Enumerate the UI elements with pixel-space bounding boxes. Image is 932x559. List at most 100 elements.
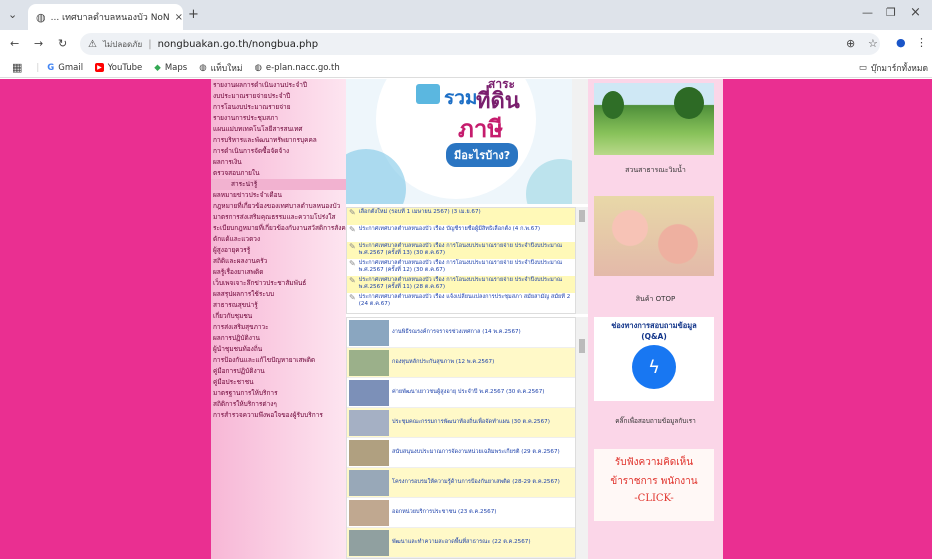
- news-item[interactable]: ✎ ประกาศเทศบาลตำบลหนองบัว เรื่อง บัญชีราย…: [347, 225, 575, 242]
- menu-icon[interactable]: ⋮: [916, 36, 927, 49]
- menu-top-list: รายงานผลการดำเนินงานประจำปี งบประมาณรายจ่…: [211, 79, 346, 179]
- menu-item[interactable]: มาตรการส่งเสริมคุณธรรมและความโปร่งใส: [211, 212, 346, 223]
- bookmark-youtube[interactable]: ▶ YouTube: [95, 63, 142, 73]
- back-icon[interactable]: ←: [10, 37, 19, 50]
- menu-item[interactable]: งบประมาณรายจ่ายประจำปี: [211, 91, 346, 102]
- menu-item[interactable]: ผู้นำชุมชนท้องถิ่น: [211, 344, 346, 355]
- menu-item[interactable]: ดักแด้และแวดวง: [211, 234, 346, 245]
- menu-item[interactable]: ผลรู้เรื่องยาเสพติด: [211, 267, 346, 278]
- all-bookmarks[interactable]: ▭ บุ๊กมาร์กทั้งหมด: [859, 61, 928, 75]
- address-toolbar: ← → ↻ ⚠ ไม่ปลอดภัย | nongbuakan.go.th/no…: [0, 30, 932, 58]
- warning-icon: ⚠: [88, 38, 97, 50]
- menu-item[interactable]: ผลการปฏิบัติงาน: [211, 333, 346, 344]
- menu-item[interactable]: กฎหมายที่เกี่ยวข้องของเทศบาลตำบลหนองบัว: [211, 201, 346, 212]
- menu-item[interactable]: ผู้สูงอายุควรรู้: [211, 245, 346, 256]
- activity-text: ออกหน่วยบริการประชาชน (23 ต.ค.2567): [392, 509, 497, 515]
- menu-item[interactable]: ระเบียบกฎหมายที่เกี่ยวข้องกับงานสวัสดิกา…: [211, 223, 346, 234]
- close-window-icon[interactable]: ×: [910, 5, 921, 20]
- news-item[interactable]: ✎ ประกาศเทศบาลตำบลหนองบัว เรื่อง การโอนงบ…: [347, 259, 575, 276]
- feedback-banner[interactable]: รับฟังความคิดเห็น ข้าราชการ พนักงาน -CLI…: [594, 449, 714, 521]
- url-bar[interactable]: ⚠ ไม่ปลอดภัย | nongbuakan.go.th/nongbua.…: [80, 33, 880, 55]
- activity-item[interactable]: โครงการอบรมให้ความรู้ด้านการป้องกันยาเสพ…: [347, 468, 575, 498]
- activity-item[interactable]: กองทุนหลักประกันสุขภาพ (12 พ.ค.2567): [347, 348, 575, 378]
- menu-item[interactable]: สถิติการให้บริการต่างๆ: [211, 399, 346, 410]
- feedback-line1: รับฟังความคิดเห็น: [614, 457, 694, 468]
- menu-item[interactable]: เกี่ยวกับชุมชน: [211, 311, 346, 322]
- menu-item[interactable]: การป้องกันและแก้ไขปัญหายาเสพติด: [211, 355, 346, 366]
- menu-item[interactable]: ผลสรุปผลการใช้ระบบ: [211, 289, 346, 300]
- menu-item[interactable]: รายงานการประชุมสภา: [211, 113, 346, 124]
- star-icon[interactable]: ☆: [868, 37, 878, 50]
- feedback-line2: ข้าราชการ พนักงาน: [610, 476, 698, 487]
- menu-item[interactable]: การส่งเสริมสุขภาวะ: [211, 322, 346, 333]
- apps-grid-icon[interactable]: ▦: [12, 61, 22, 74]
- news-item[interactable]: ✎ ประกาศเทศบาลตำบลหนองบัว เรื่อง แจ้งเปลี…: [347, 293, 575, 310]
- activity-item[interactable]: สนับสนุนงบประมาณการจัดงานหน่วยเฉลิมพระเก…: [347, 438, 575, 468]
- bookmark-newtab[interactable]: ◍ แท็บใหม่: [199, 61, 242, 75]
- forward-icon[interactable]: →: [34, 37, 43, 50]
- activity-item[interactable]: ออกหน่วยบริการประชาชน (23 ต.ค.2567): [347, 498, 575, 528]
- google-icon: G: [47, 62, 55, 73]
- globe-icon: ◍: [36, 10, 46, 24]
- news-item[interactable]: ✎ ประกาศเทศบาลตำบลหนองบัว เรื่อง การโอนงบ…: [347, 242, 575, 259]
- document-icon: ✎: [349, 208, 356, 217]
- activity-item[interactable]: ค่ายพัฒนาเยาวชนผู้สูงอายุ ประจำปี พ.ศ.25…: [347, 378, 575, 408]
- activity-photo: [349, 379, 389, 406]
- activity-photo: [349, 349, 389, 376]
- activity-item[interactable]: งานพิธีรณรงค์การจราจรช่วงเทศกาล (14 พ.ค.…: [347, 318, 575, 348]
- news-item[interactable]: ✎ ประกาศเทศบาลตำบลหนองบัว เรื่อง การโอนงบ…: [347, 276, 575, 293]
- reload-icon[interactable]: ↻: [58, 37, 67, 50]
- activity-text: สนับสนุนงบประมาณการจัดงานหน่วยเฉลิมพระเก…: [392, 449, 560, 455]
- menu-item[interactable]: การโอนงบประมาณรายจ่าย: [211, 102, 346, 113]
- browser-tab[interactable]: ◍ ... เทศบาลตำบลหนองบัว NoNGBUA ×: [28, 4, 183, 30]
- menu-item[interactable]: แผนแม่บทเทคโนโลยีสารสนเทศ: [211, 124, 346, 135]
- close-tab-icon[interactable]: ×: [175, 12, 183, 23]
- menu-item[interactable]: คู่มือการปฏิบัติงาน: [211, 366, 346, 377]
- activity-item[interactable]: พัฒนาและทำความสะอาดพื้นที่สาธารณะ (22 ต.…: [347, 528, 575, 558]
- profile-icon[interactable]: ●: [896, 36, 906, 49]
- globe-icon: ◍: [199, 62, 207, 73]
- land-tax-banner[interactable]: รวม สาระ ที่ดิน ภาษี มีอะไรบ้าง?: [346, 79, 572, 204]
- banner-scrollbar[interactable]: [572, 79, 588, 204]
- activity-item[interactable]: ประชุมคณะกรรมการพัฒนาท้องถิ่นเพื่อจัดทำแ…: [347, 408, 575, 438]
- bookmark-maps[interactable]: ◆ Maps: [154, 63, 187, 73]
- menu-item[interactable]: เว็บเพจเจาะลึกข่าวประชาสัมพันธ์: [211, 278, 346, 289]
- security-label: ไม่ปลอดภัย: [102, 39, 143, 49]
- menu-item[interactable]: คู่มือประชาชน: [211, 377, 346, 388]
- activity-text: พัฒนาและทำความสะอาดพื้นที่สาธารณะ (22 ต.…: [392, 539, 531, 545]
- activity-photo: [349, 319, 389, 346]
- tab-list-icon[interactable]: ⌄: [8, 8, 17, 21]
- menu-item[interactable]: การสำรวจความพึงพอใจของผู้รับบริการ: [211, 410, 346, 421]
- menu-item[interactable]: การดำเนินการจัดซื้อจัดจ้าง: [211, 146, 346, 157]
- feedback-click: -CLICK-: [634, 493, 674, 504]
- menu-item[interactable]: มาตรฐานการให้บริการ: [211, 388, 346, 399]
- activity-text: กองทุนหลักประกันสุขภาพ (12 พ.ค.2567): [392, 359, 495, 365]
- news-text: ประกาศเทศบาลตำบลหนองบัว เรื่อง การโอนงบป…: [358, 277, 563, 290]
- activity-scrollbar[interactable]: [576, 317, 588, 559]
- park-photo[interactable]: [594, 83, 714, 155]
- news-text: ประกาศเทศบาลตำบลหนองบัว เรื่อง การโอนงบป…: [358, 243, 563, 256]
- globe-icon: ◍: [254, 62, 262, 73]
- restore-icon[interactable]: ❐: [886, 6, 896, 19]
- qa-banner[interactable]: ช่องทางการสอบถามข้อมูล (Q&A) ϟ: [594, 317, 714, 401]
- activity-text: งานพิธีรณรงค์การจราจรช่วงเทศกาล (14 พ.ค.…: [392, 329, 521, 335]
- bookmark-gmail[interactable]: G Gmail: [47, 63, 83, 73]
- menu-item[interactable]: ผลหมายข่าวประจำเดือน: [211, 190, 346, 201]
- minimize-icon[interactable]: —: [862, 6, 873, 19]
- menu-item[interactable]: การบริหารและพัฒนาทรัพยากรบุคคล: [211, 135, 346, 146]
- news-text: ประกาศเทศบาลตำบลหนองบัว เรื่อง แจ้งเปลี่…: [358, 294, 571, 307]
- menu-item[interactable]: สถิติและผลงานครัว: [211, 256, 346, 267]
- menu-item[interactable]: ตรวจสอบภายใน: [211, 168, 346, 179]
- park-caption: สวนสาธารณะวิมน้ำ: [625, 166, 686, 174]
- document-icon: ✎: [349, 225, 356, 234]
- menu-item[interactable]: ผลการเงิน: [211, 157, 346, 168]
- menu-item[interactable]: สาธารณสุขน่ารู้: [211, 300, 346, 311]
- menu-item[interactable]: รายงานผลการดำเนินงานประจำปี: [211, 80, 346, 91]
- news-scrollbar[interactable]: [576, 207, 588, 314]
- zoom-icon[interactable]: ⊕: [846, 37, 855, 50]
- otop-photo[interactable]: [594, 196, 714, 276]
- bookmark-eplan[interactable]: ◍ e-plan.nacc.go.th: [254, 63, 339, 73]
- activity-photo: [349, 439, 389, 466]
- new-tab-icon[interactable]: +: [188, 7, 199, 22]
- news-item[interactable]: ✎ เลือกตั้งใหม่ (รอบที่ 1 เมษายน 2567) (3…: [347, 208, 575, 225]
